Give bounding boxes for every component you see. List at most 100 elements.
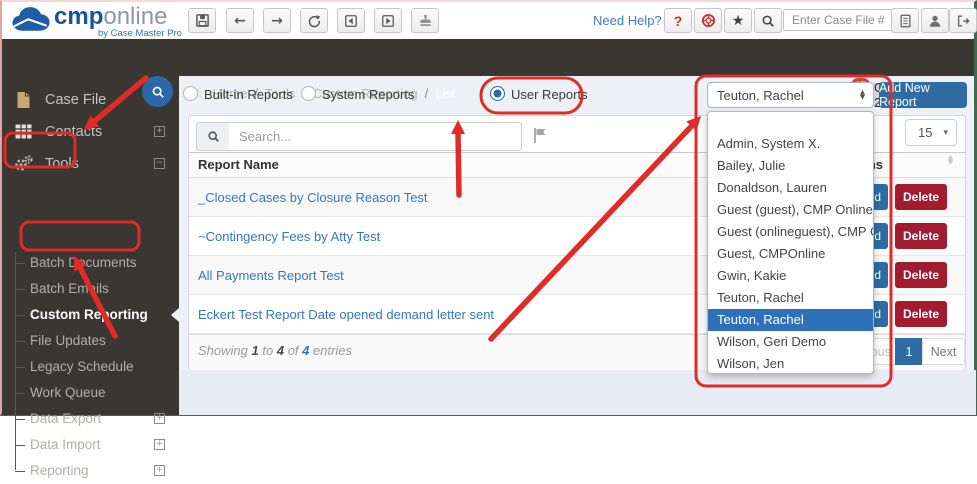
summary-text: entries	[313, 343, 353, 358]
add-new-report-button[interactable]: Add New Report	[879, 81, 967, 109]
page-size-select[interactable]: 15 ▾	[905, 119, 957, 146]
sidebar-search-button[interactable]	[142, 76, 173, 107]
radio-user-reports[interactable]	[490, 86, 505, 101]
pagination-page-1-button[interactable]: 1	[895, 338, 923, 365]
dropdown-option[interactable]: Gwin, Kakie	[708, 265, 873, 287]
dropdown-option[interactable]: Wilson, Geri Demo	[708, 331, 873, 353]
expand-icon[interactable]: +	[154, 413, 165, 424]
breadcrumb-separator: /	[424, 86, 429, 101]
collapse-icon[interactable]: −	[154, 158, 165, 169]
flag-icon[interactable]	[533, 127, 548, 144]
sidebar-item-data-import[interactable]: Data Import +	[2, 432, 179, 458]
sidebar-item-file-updates[interactable]: File Updates	[2, 328, 179, 354]
dropdown-option[interactable]: Guest, CMPOnline	[708, 243, 873, 265]
delete-button[interactable]: Delete	[895, 262, 947, 288]
stamp-button[interactable]	[411, 8, 439, 33]
refresh-button[interactable]	[300, 8, 328, 33]
cloud-logo-icon	[12, 7, 50, 31]
expand-icon[interactable]: +	[154, 126, 165, 137]
need-help-link[interactable]: Need Help?	[593, 13, 662, 28]
sidebar-item-batch-emails[interactable]: Batch Emails	[2, 276, 179, 302]
radio-label-system[interactable]: System Reports	[322, 87, 414, 102]
refresh-icon	[308, 14, 321, 27]
step-forward-icon	[382, 14, 394, 27]
sidebar-item-legacy-schedule[interactable]: Legacy Schedule	[2, 354, 179, 380]
top-header-bar: cmponline by Case Master Pro ← → Need He…	[2, 2, 977, 39]
life-ring-icon	[701, 13, 715, 28]
user-button[interactable]	[921, 8, 949, 33]
column-header-report-name[interactable]: Report Name	[198, 157, 279, 172]
step-backward-icon	[345, 14, 357, 27]
radio-label-user[interactable]: User Reports	[511, 87, 588, 102]
sidebar-item-label: Tools	[45, 155, 79, 172]
favorites-button[interactable]: ★	[724, 8, 752, 33]
content-background	[179, 370, 976, 415]
dropdown-option[interactable]: Donaldson, Lauren	[708, 177, 873, 199]
search-button[interactable]	[754, 8, 782, 33]
sidebar-item-contacts[interactable]: Contacts +	[2, 116, 179, 147]
user-icon	[929, 15, 941, 27]
updown-arrows-icon: ▲ ▼	[860, 89, 865, 101]
sign-out-icon	[957, 14, 970, 27]
table-search-input[interactable]	[229, 122, 522, 151]
logout-button[interactable]	[949, 8, 977, 33]
back-button[interactable]: ←	[226, 8, 254, 33]
report-link[interactable]: All Payments Report Test	[198, 268, 344, 283]
sidebar-item-custom-reporting[interactable]: Custom Reporting	[2, 302, 179, 328]
table-search-button[interactable]	[196, 122, 230, 151]
expand-icon[interactable]: +	[154, 465, 165, 476]
dropdown-option[interactable]: Wilson, Jen	[708, 353, 873, 373]
sidebar-nav: Case File + Contacts + Tools − Batch Doc…	[2, 76, 179, 478]
dropdown-option[interactable]: Guest (guest), CMP Online	[708, 199, 873, 221]
step-backward-button[interactable]	[337, 8, 365, 33]
report-link[interactable]: Eckert Test Report Date opened demand le…	[198, 307, 494, 322]
delete-button[interactable]: Delete	[895, 223, 947, 249]
entries-summary: Showing 1 to 4 of 4 entries	[198, 343, 352, 358]
dropdown-option[interactable]: Bailey, Julie	[708, 155, 873, 177]
dropdown-option[interactable]: Admin, System X.	[708, 133, 873, 155]
radio-system-reports[interactable]	[301, 86, 316, 101]
sidebar-item-reporting[interactable]: Reporting +	[2, 458, 179, 484]
secondary-header-bar: My Reviews 2 ☆Home/Tools/Custom Reportin…	[2, 39, 974, 110]
case-file-number-input[interactable]	[783, 9, 897, 31]
radio-label-built-in[interactable]: Built-in Reports	[204, 87, 293, 102]
sidebar-item-work-queue[interactable]: Work Queue	[2, 380, 179, 406]
step-forward-button[interactable]	[374, 8, 402, 33]
save-button[interactable]	[188, 8, 216, 33]
logo-online-text: online	[103, 3, 168, 30]
sidebar-item-tools[interactable]: Tools −	[2, 148, 179, 179]
dropdown-option-selected[interactable]: Teuton, Rachel	[708, 309, 873, 331]
help-button[interactable]: ?	[664, 8, 692, 33]
logo-tagline: by Case Master Pro	[98, 28, 182, 39]
dropdown-option[interactable]	[708, 112, 873, 133]
support-button[interactable]	[694, 8, 722, 33]
page-size-value: 15	[918, 125, 933, 140]
sidebar-item-label: Contacts	[45, 123, 103, 140]
question-icon: ?	[673, 12, 683, 29]
dropdown-option[interactable]: Guest (onlineguest), CMP Online	[708, 221, 873, 243]
report-link[interactable]: _Closed Cases by Closure Reason Test	[198, 190, 428, 205]
dropdown-option[interactable]: Teuton, Rachel	[708, 287, 873, 309]
sidebar-item-label: Data Export	[30, 411, 102, 426]
document-button[interactable]	[891, 8, 919, 33]
back-arrow-icon: ←	[234, 12, 246, 29]
summary-text: of	[287, 343, 299, 358]
sort-down-icon: ▼	[948, 158, 953, 166]
report-link[interactable]: ~Contingency Fees by Atty Test	[198, 229, 380, 244]
summary-to: 4	[276, 343, 285, 358]
pagination-next-button[interactable]: Next	[922, 338, 965, 365]
expand-icon[interactable]: +	[154, 439, 165, 450]
gears-icon	[13, 155, 33, 172]
radio-built-in-reports[interactable]	[183, 86, 198, 101]
chevron-down-icon: ▾	[943, 127, 948, 138]
forward-button[interactable]: →	[263, 8, 291, 33]
report-owner-select[interactable]: Teuton, Rachel ▲ ▼	[707, 82, 874, 108]
sidebar-item-label: Reporting	[30, 463, 89, 478]
sidebar-item-data-export[interactable]: Data Export +	[2, 406, 179, 432]
app-window: cmponline by Case Master Pro ← → Need He…	[0, 0, 977, 478]
sort-icon[interactable]: ▲ ▼	[948, 154, 953, 166]
delete-button[interactable]: Delete	[895, 301, 947, 327]
tools-submenu: Batch Documents Batch Emails Custom Repo…	[2, 250, 179, 484]
delete-button[interactable]: Delete	[895, 184, 947, 210]
sidebar-item-batch-documents[interactable]: Batch Documents	[2, 250, 179, 276]
